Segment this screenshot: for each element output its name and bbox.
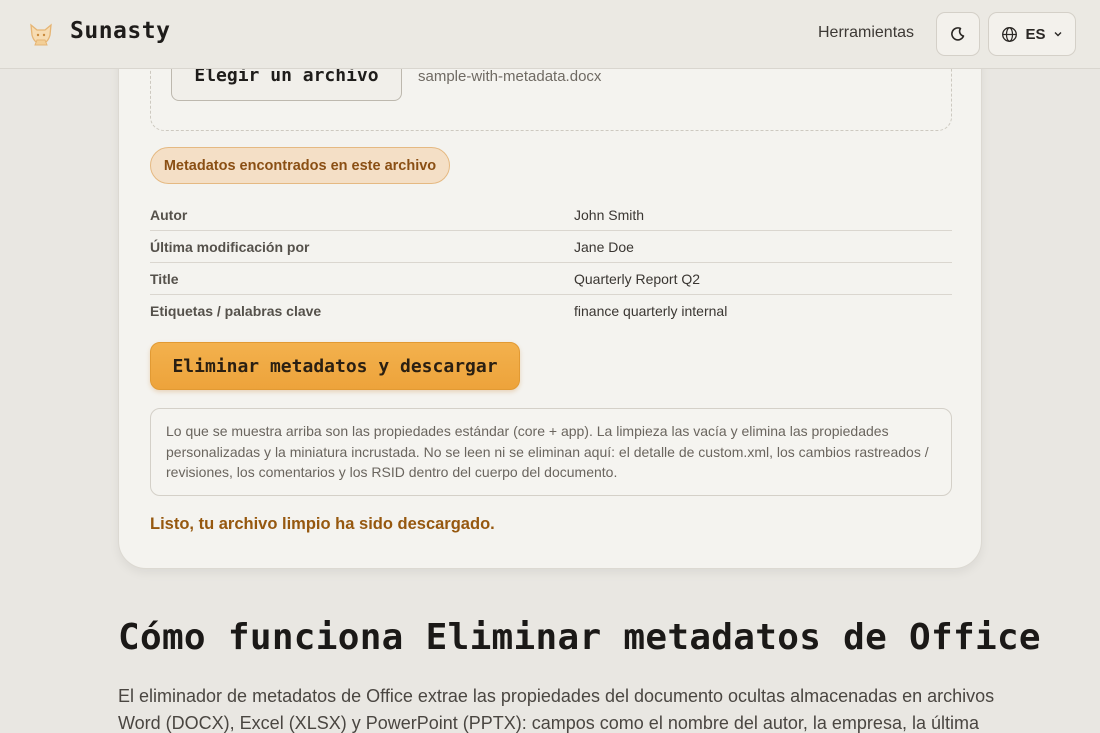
selected-filename: sample-with-metadata.docx [418, 68, 602, 85]
metadata-value: finance quarterly internal [574, 303, 728, 319]
metadata-key: Última modificación por [150, 239, 310, 255]
section-body: El eliminador de metadatos de Office ext… [118, 686, 995, 733]
metadata-value: Quarterly Report Q2 [574, 271, 701, 287]
metadata-key: Autor [150, 207, 188, 223]
section-title: Cómo funciona Eliminar metadatos de Offi… [118, 617, 1041, 658]
language-label: ES [1025, 25, 1046, 43]
info-note: Lo que se muestra arriba son las propied… [150, 408, 952, 496]
metadata-value: Jane Doe [574, 239, 634, 255]
metadata-table: Autor John Smith Última modificación por… [150, 199, 952, 327]
table-row: Title Quarterly Report Q2 [150, 263, 952, 295]
nav-tools-link[interactable]: Herramientas [818, 24, 914, 42]
success-message: Listo, tu archivo limpio ha sido descarg… [150, 515, 495, 533]
tool-card: Elegir un archivo sample-with-metadata.d… [118, 11, 982, 569]
metadata-key: Title [150, 271, 179, 287]
table-row: Autor John Smith [150, 199, 952, 231]
globe-icon [1002, 26, 1018, 42]
metadata-found-badge: Metadatos encontrados en este archivo [150, 147, 450, 184]
theme-toggle-button[interactable] [936, 12, 980, 56]
strip-and-download-button[interactable]: Eliminar metadatos y descargar [150, 342, 520, 390]
table-row: Última modificación por Jane Doe [150, 231, 952, 263]
fox-logo-icon[interactable] [26, 19, 56, 49]
metadata-key: Etiquetas / palabras clave [150, 303, 322, 319]
moon-icon [951, 27, 965, 41]
language-selector[interactable]: ES [988, 12, 1076, 56]
chevron-down-icon [1054, 32, 1061, 37]
table-row: Etiquetas / palabras clave finance quart… [150, 295, 952, 327]
metadata-value: John Smith [574, 207, 645, 223]
brand-name[interactable]: Sunasty [70, 18, 170, 44]
top-header: Sunasty Herramientas ES [0, 0, 1100, 69]
